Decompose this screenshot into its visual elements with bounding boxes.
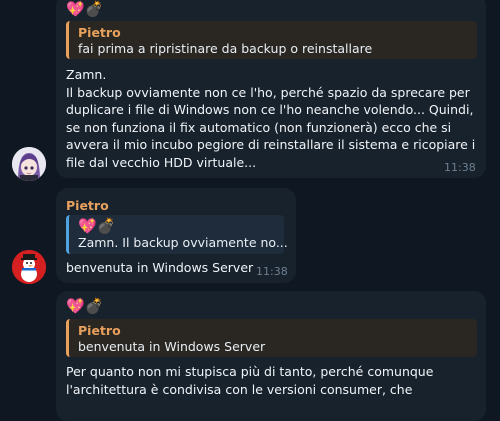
reply-quote[interactable]: Pietro fai prima a ripristinare da backu… — [66, 21, 477, 59]
message-sender: Pietro — [66, 198, 109, 213]
reply-text: benvenuta in Windows Server — [78, 339, 266, 354]
message-bubble[interactable]: 💖💣 Pietro benvenuta in Windows Server Pe… — [56, 291, 486, 421]
reply-sender: Pietro — [78, 25, 121, 40]
message-reactions: 💖💣 — [66, 0, 104, 18]
anime-avatar-icon — [12, 147, 46, 181]
anime-avatar[interactable] — [12, 147, 46, 181]
message-reactions: 💖💣 — [66, 297, 104, 315]
reply-quote[interactable]: 💖💣 Zamn. Il backup ovviamente no... — [66, 215, 288, 254]
reply-sender: Pietro — [78, 323, 121, 338]
message-text: Zamn. Il backup ovviamente non ce l'ho, … — [66, 67, 476, 170]
message-text: Per quanto non mi stupisca più di tanto,… — [66, 364, 434, 397]
reply-text: Zamn. Il backup ovviamente no... — [78, 235, 288, 250]
message-bubble[interactable]: Pietro 💖💣 Zamn. Il backup ovviamente no.… — [56, 188, 296, 283]
message-timestamp: 11:38 — [444, 161, 476, 174]
reply-quote[interactable]: Pietro benvenuta in Windows Server — [66, 319, 477, 357]
reply-text: fai prima a ripristinare da backup o rei… — [78, 41, 373, 56]
snowman-avatar[interactable] — [12, 250, 46, 284]
reply-reactions: 💖💣 — [78, 217, 116, 235]
message-timestamp: 11:38 — [256, 265, 288, 278]
message-text: benvenuta in Windows Server — [66, 260, 254, 275]
message-bubble[interactable]: 💖💣 Pietro fai prima a ripristinare da ba… — [56, 0, 486, 178]
snowman-avatar-icon — [12, 250, 46, 284]
